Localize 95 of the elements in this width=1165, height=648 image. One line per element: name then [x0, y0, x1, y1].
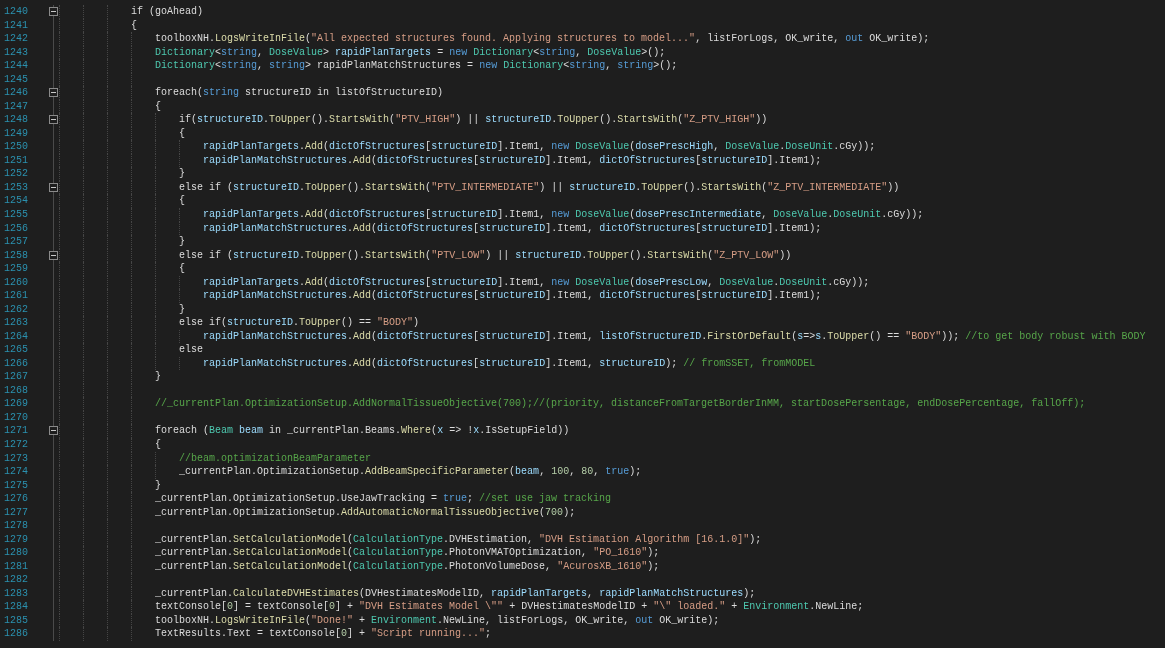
- code-line: //_currentPlan.OptimizationSetup.AddNormalTissueObjective(700);//(priority, distanceFromTargetBorderInMM, startDosePersentage, endDosePercentage, fallOff);: [154, 398, 1086, 410]
- line-number: 1258: [3, 248, 28, 263]
- line-number: 1278: [3, 519, 28, 533]
- line-number: 1265: [3, 343, 28, 357]
- line-number: 1279: [3, 532, 28, 547]
- line-number: 1246: [3, 86, 28, 100]
- code-line: TextResults.Text = textConsole[0] + "Script running...";: [154, 628, 492, 640]
- code-line: _currentPlan.SetCalculationModel(CalculationType.PhotonVMATOptimization, "PO_1610");: [154, 547, 660, 559]
- line-number: 1240: [3, 5, 28, 19]
- line-number: 1267: [3, 370, 28, 384]
- fold-toggle[interactable]: [49, 250, 58, 260]
- code-line: textConsole[0] = textConsole[0] + "DVH Estimates Model \"" + DVHestimatesModelID + "\" loaded." + Environment.NewLine;: [154, 601, 864, 613]
- code-line: {: [178, 263, 186, 275]
- line-number: 1244: [3, 59, 28, 73]
- line-number: 1266: [3, 356, 28, 371]
- code-line: {: [130, 19, 137, 31]
- code-line: _currentPlan.CalculateDVHEstimates(DVHestimatesModelID, rapidPlanTargets, rapidPlanMatchStructures);: [154, 587, 756, 599]
- code-line: }: [178, 236, 186, 248]
- code-line: rapidPlanMatchStructures.Add(dictOfStructures[structureID].Item1, listOfStructureID.FirstOrDefault(s=>s.ToUpper() == "BODY")); //to get body robust with BODY: [202, 330, 1146, 342]
- line-number: 1277: [3, 505, 28, 520]
- line-number: 1263: [3, 316, 28, 330]
- code-line: toolboxNH.LogsWriteInFile("All expected structures found. Applying structures to model...", listForLogs, OK_write, out OK_write);: [154, 33, 930, 45]
- code-line: else if (structureID.ToUpper().StartsWith("PTV_INTERMEDIATE") || structureID.ToUpper().StartsWith("Z_PTV_INTERMEDIATE")): [178, 181, 900, 193]
- code-line: }: [178, 303, 186, 315]
- code-line: }: [154, 479, 162, 491]
- code-line: rapidPlanTargets.Add(dictOfStructures[structureID].Item1, new DoseValue(dosePrescHigh, DoseValue.DoseUnit.cGy));: [202, 141, 876, 153]
- line-number: 1248: [3, 113, 28, 127]
- code-line: {: [154, 100, 162, 112]
- line-number: 1268: [3, 383, 28, 398]
- line-number: 1264: [3, 329, 28, 344]
- code-line: toolboxNH.LogsWriteInFile("Done!" + Environment.NewLine, listForLogs, OK_write, out OK_write);: [154, 614, 720, 626]
- fold-toggle[interactable]: [49, 115, 58, 125]
- line-number: 1256: [3, 221, 28, 236]
- line-number: 1269: [3, 397, 28, 411]
- code-line: _currentPlan.SetCalculationModel(CalculationType.PhotonVolumeDose, "AcurosXB_1610");: [154, 560, 660, 572]
- code-line: rapidPlanTargets.Add(dictOfStructures[structureID].Item1, new DoseValue(dosePrescIntermediate, DoseValue.DoseUnit.cGy));: [202, 208, 924, 220]
- line-number: 1261: [3, 289, 28, 303]
- line-number: 1281: [3, 559, 28, 574]
- code-line: {: [154, 439, 162, 450]
- line-number: 1241: [3, 18, 28, 33]
- line-number: 1255: [3, 207, 28, 222]
- line-number: 1282: [3, 573, 28, 587]
- line-number: 1252: [3, 167, 28, 181]
- code-line: rapidPlanTargets.Add(dictOfStructures[structureID].Item1, new DoseValue(dosePrescLow, DoseValue.DoseUnit.cGy));: [202, 276, 870, 288]
- fold-toggle[interactable]: [49, 88, 58, 98]
- code-line: Dictionary<string, string> rapidPlanMatchStructures = new Dictionary<string, string>();: [154, 60, 678, 72]
- code-line: _currentPlan.OptimizationSetup.AddAutomaticNormalTissueObjective(700);: [154, 506, 576, 518]
- code-line: _currentPlan.SetCalculationModel(CalculationType.DVHEstimation, "DVH Estimation Algorithm [16.1.0]");: [154, 533, 762, 545]
- line-number: 1250: [3, 140, 28, 154]
- code-line: rapidPlanMatchStructures.Add(dictOfStructures[structureID].Item1, dictOfStructures[structureID].Item1);: [202, 222, 822, 234]
- code-line: rapidPlanMatchStructures.Add(dictOfStructures[structureID].Item1, structureID); // fromSSET, fromMODEL: [202, 357, 816, 369]
- line-number: 1253: [3, 180, 28, 195]
- line-number: 1262: [3, 302, 28, 317]
- code-line: }: [154, 371, 162, 383]
- line-number: 1283: [3, 586, 28, 601]
- line-number: 1249: [3, 126, 28, 141]
- code-line: foreach(string structureID in listOfStructureID): [154, 87, 444, 99]
- line-number: 1254: [3, 194, 28, 208]
- code-line: rapidPlanMatchStructures.Add(dictOfStructures[structureID].Item1, dictOfStructures[structureID].Item1);: [202, 290, 822, 302]
- fold-toggle[interactable]: [49, 426, 58, 436]
- line-number: 1286: [3, 627, 28, 641]
- line-number: 1251: [3, 153, 28, 168]
- line-number: 1273: [3, 451, 28, 466]
- line-number: 1270: [3, 410, 28, 425]
- line-number: 1276: [3, 492, 28, 506]
- code-line: _currentPlan.OptimizationSetup.UseJawTracking = true; //set use jaw tracking: [154, 493, 612, 505]
- line-number: 1275: [3, 478, 28, 493]
- code-line: else if (structureID.ToUpper().StartsWith("PTV_LOW") || structureID.ToUpper().StartsWith("Z_PTV_LOW")): [178, 249, 792, 261]
- code-line: {: [178, 195, 186, 207]
- code-line: }: [178, 168, 186, 180]
- line-number: 1260: [3, 275, 28, 290]
- fold-toggle[interactable]: [49, 182, 58, 192]
- line-number: 1280: [3, 546, 28, 560]
- code-line: //beam.optimizationBeamParameter: [178, 452, 372, 464]
- line-number: 1284: [3, 600, 28, 614]
- line-number: 1242: [3, 32, 28, 46]
- line-number: 1271: [3, 424, 28, 438]
- code-line: if (goAhead): [130, 6, 204, 17]
- code-line: if(structureID.ToUpper().StartsWith("PTV_HIGH") || structureID.ToUpper().StartsWith("Z_PTV_HIGH")): [178, 114, 768, 126]
- code-line: Dictionary<string, DoseValue> rapidPlanTargets = new Dictionary<string, DoseValue>();: [154, 46, 666, 58]
- code-line: rapidPlanMatchStructures.Add(dictOfStructures[structureID].Item1, dictOfStructures[structureID].Item1);: [202, 154, 822, 166]
- line-number: 1247: [3, 99, 28, 114]
- line-number: 1243: [3, 45, 28, 60]
- line-number: 1272: [3, 438, 28, 452]
- line-number: 1285: [3, 613, 28, 628]
- line-number: 1245: [3, 72, 28, 87]
- line-number: 1274: [3, 465, 28, 479]
- line-number: 1257: [3, 235, 28, 249]
- code-line: else if(structureID.ToUpper() == "BODY"): [178, 317, 420, 329]
- code-line: else: [178, 344, 204, 356]
- code-line: _currentPlan.OptimizationSetup.AddBeamSpecificParameter(beam, 100, 80, true);: [178, 466, 642, 478]
- code-line: {: [178, 127, 186, 139]
- code-line: foreach (Beam beam in _currentPlan.Beams.Where(x => !x.IsSetupField)): [154, 425, 570, 437]
- line-number: 1259: [3, 262, 28, 276]
- fold-toggle[interactable]: [49, 7, 58, 16]
